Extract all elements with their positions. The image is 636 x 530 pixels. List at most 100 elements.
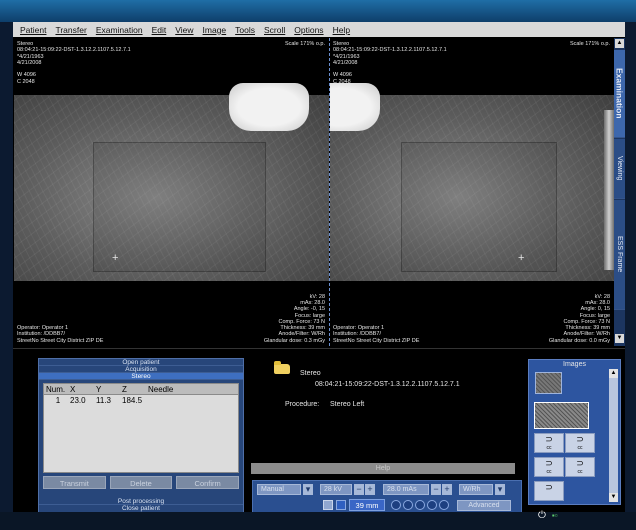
power-icon[interactable]: ⏻ [538, 510, 546, 521]
scroll-up-icon[interactable]: ▲ [609, 369, 618, 378]
kv-minus-button[interactable]: − [354, 484, 364, 495]
workflow-panel: Open patient Acquisition Stereo Num. X Y… [38, 358, 244, 513]
workflow-buttons: Transmit Delete Confirm [39, 476, 243, 489]
tab-examination[interactable]: Examination [614, 50, 625, 138]
network-icon[interactable]: ▪▫ [552, 511, 558, 520]
cell-x: 23.0 [70, 396, 86, 405]
tab-ess-frame[interactable]: ESS Frame [614, 200, 625, 310]
viewer-footer-right: Operator: Operator 1 Institution: /DDBB7… [333, 325, 419, 344]
density-dot-icon[interactable] [415, 500, 425, 510]
side-tab-strip: ▲ Examination Viewing ESS Frame ▼ [614, 38, 625, 346]
projection-icon: ⊃ [576, 458, 584, 468]
cc-position-cell[interactable]: ⊃ cc [565, 457, 595, 477]
image-viewer-right[interactable]: + Stereo 08:04:21-15:09:22-DST-1.3.12.2.… [329, 38, 614, 346]
cell-label: cc [546, 445, 552, 451]
cell-z: 184.5 [122, 396, 143, 405]
image-thumbnail-selected[interactable] [534, 402, 589, 429]
filter-select[interactable]: W/Rh [459, 484, 493, 495]
compression-paddle-shape [229, 83, 309, 131]
column-header-x: X [70, 385, 76, 394]
cc-position-cell[interactable]: ⊃ cc [565, 433, 595, 453]
mas-field[interactable]: 28.0 mAs [383, 484, 429, 495]
paddle-icon[interactable] [336, 500, 346, 510]
exposure-controls: Manual ▾ 28 kV − + 28.0 mAs − + W/Rh ▾ 3… [252, 480, 522, 514]
roi-region [401, 141, 558, 272]
kv-plus-button[interactable]: + [365, 484, 375, 495]
window-frame-top [0, 0, 636, 22]
density-dot-icon[interactable] [427, 500, 437, 510]
scroll-down-icon[interactable]: ▼ [615, 334, 624, 343]
menu-view[interactable]: View [175, 25, 193, 35]
study-info: Stereo 08:04:21-15:09:22-DST-1.3.12.2.11… [268, 361, 508, 424]
cell-y: 11.3 [96, 396, 111, 405]
open-patient-step[interactable]: Open patient [39, 359, 243, 366]
paddle-edge-shape [604, 110, 614, 270]
chevron-down-icon[interactable]: ▾ [495, 484, 505, 495]
close-patient-step[interactable]: Close patient [39, 505, 243, 512]
cell-needle [148, 395, 238, 406]
delete-button[interactable]: Delete [109, 476, 173, 489]
image-thumbnail[interactable] [535, 372, 562, 394]
examination-panel: Open patient Acquisition Stereo Num. X Y… [13, 348, 625, 514]
exposure-params: kV: 28 mAs: 28.0 Angle: 0, 15 Focus: lar… [549, 294, 610, 344]
cell-label: cc [577, 445, 583, 451]
exposure-params: kV: 28 mAs: 28.0 Angle: -0, 15 Focus: la… [264, 294, 325, 344]
tab-viewing[interactable]: Viewing [614, 139, 625, 199]
density-dot-icon[interactable] [391, 500, 401, 510]
viewer-footer-left: Operator: Operator 1 Institution: /DDBB7… [17, 325, 103, 344]
density-dot-icon[interactable] [439, 500, 449, 510]
density-dot-icon[interactable] [403, 500, 413, 510]
address-text: StreetNo Street City District ZIP DE [333, 337, 420, 344]
position-cell[interactable]: ⊃ [534, 481, 564, 501]
menu-tools[interactable]: Tools [235, 25, 255, 35]
images-scrollbar[interactable]: ▲ ▼ [609, 369, 618, 502]
table-header: Num. X Y Z Needle [44, 384, 238, 395]
menu-help[interactable]: Help [333, 25, 350, 35]
menu-patient[interactable]: Patient [20, 25, 46, 35]
menu-transfer[interactable]: Transfer [55, 25, 86, 35]
menu-scroll[interactable]: Scroll [264, 25, 285, 35]
header-line: 08:04:21-15:09:22-DST-1.3.12.2.1107.5.12… [333, 47, 447, 54]
header-line: C 2048 [17, 78, 35, 85]
mode-select[interactable]: Manual [257, 484, 301, 495]
projection-icon: ⊃ [545, 458, 553, 468]
transmit-button[interactable]: Transmit [43, 476, 106, 489]
kv-field[interactable]: 28 kV [320, 484, 352, 495]
images-title: Images [563, 361, 586, 368]
acquisition-step[interactable]: Acquisition [39, 366, 243, 373]
scale-label: Scale 171% o.p. [284, 41, 325, 47]
target-crosshair-icon: + [518, 252, 525, 264]
menu-bar: Patient Transfer Examination Edit View I… [13, 22, 625, 37]
confirm-button[interactable]: Confirm [176, 476, 240, 489]
header-line: C 2048 [333, 78, 351, 85]
menu-edit[interactable]: Edit [152, 25, 167, 35]
viewer-header-left: Stereo 08:04:21-15:09:22-DST-1.3.12.2.11… [17, 41, 131, 85]
mas-minus-button[interactable]: − [431, 484, 441, 495]
procedure-label: Procedure: [285, 401, 320, 408]
projection-icon: ⊃ [545, 482, 553, 492]
projection-icon: ⊃ [545, 434, 553, 444]
menu-examination[interactable]: Examination [96, 25, 143, 35]
scroll-up-icon[interactable]: ▲ [615, 39, 624, 48]
menu-options[interactable]: Options [294, 25, 323, 35]
cc-position-cell[interactable]: ⊃ cc [534, 433, 564, 453]
advanced-button[interactable]: Advanced [457, 500, 511, 511]
compression-icon[interactable] [323, 500, 333, 510]
header-line: 08:04:21-15:09:22-DST-1.3.12.2.1107.5.12… [17, 47, 131, 54]
roi-region [92, 141, 266, 272]
scroll-down-icon[interactable]: ▼ [609, 493, 618, 502]
scale-label: Scale 171% o.p. [569, 41, 610, 47]
param-line: Glandular dose: 0.3 mGy [263, 337, 325, 344]
stereo-step[interactable]: Stereo [39, 373, 243, 380]
post-processing-step[interactable]: Post processing [39, 498, 243, 505]
projection-icon: ⊃ [576, 434, 584, 444]
study-name: Stereo [300, 370, 321, 377]
help-button[interactable]: Help [251, 463, 515, 474]
mas-plus-button[interactable]: + [442, 484, 452, 495]
cc-position-cell[interactable]: ⊃ cc [534, 457, 564, 477]
chevron-down-icon[interactable]: ▾ [303, 484, 313, 495]
image-viewer-left[interactable]: + Stereo 08:04:21-15:09:22-DST-1.3.12.2.… [14, 38, 329, 346]
table-row[interactable]: 1 23.0 11.3 184.5 [44, 395, 238, 406]
menu-image[interactable]: Image [203, 25, 227, 35]
column-header-y: Y [96, 385, 102, 394]
